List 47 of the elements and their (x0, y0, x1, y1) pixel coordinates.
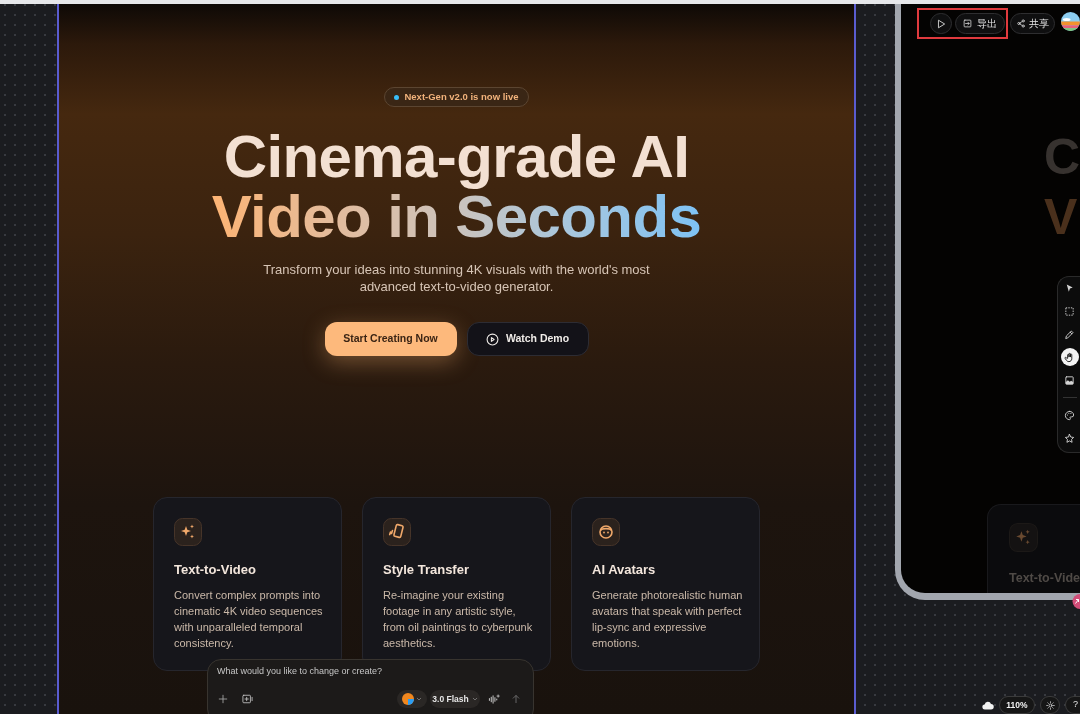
dashed-selection-icon (1064, 305, 1075, 317)
tilted-phone-icon (383, 518, 411, 546)
cloud-icon (982, 701, 994, 710)
play-circle-icon (485, 332, 499, 346)
model-picker-button[interactable] (397, 690, 427, 708)
headline: Cinema-grade AI (223, 127, 690, 187)
attach-frame-icon[interactable] (242, 694, 253, 704)
resize-handle-icon (1071, 594, 1080, 609)
sparkles-icon (1009, 523, 1038, 552)
help-button[interactable]: ? (1065, 696, 1080, 714)
hand-icon (1064, 351, 1075, 363)
feature-title: AI Avatars (592, 562, 656, 578)
image-icon (1064, 374, 1075, 386)
badge-label: Next-Gen v2.0 is now live (404, 91, 519, 103)
status-dot-icon (394, 94, 400, 100)
sun-icon (1045, 700, 1055, 710)
feature-title: Style Transfer (383, 562, 469, 578)
feature-description: Re-imagine your existing footage in any artistic style, from oil paintings to cyberpunk aesthetics. (383, 588, 534, 651)
sparkles-icon (174, 518, 202, 546)
prompt-input[interactable]: What would you like to change or create? (217, 664, 524, 678)
watch-demo-button[interactable]: Watch Demo (466, 322, 589, 356)
pointer-icon (1064, 282, 1075, 294)
zoom-level-button[interactable]: 110% (999, 696, 1035, 714)
export-icon (963, 19, 972, 28)
hero-subtitle: Transform your ideas into stunning 4K visuals with the world's most advanced text-to-video generator. (262, 261, 651, 295)
share-button[interactable]: 共享 (1010, 13, 1055, 34)
palette-icon (1064, 409, 1075, 421)
chevron-icon (471, 696, 478, 702)
chevron-icon (416, 696, 422, 702)
plus-icon[interactable] (218, 694, 228, 704)
export-button[interactable]: 导出 (955, 13, 1005, 34)
preview-headline-letter: V (1044, 188, 1078, 247)
pencil-icon (1064, 328, 1075, 340)
feature-title: Text-to-Video (174, 562, 256, 578)
share-icon (1016, 19, 1025, 28)
play-icon (936, 18, 946, 29)
waveform-icon[interactable] (488, 693, 500, 705)
tool-button[interactable] (1060, 348, 1079, 366)
model-version-button[interactable]: 3.0 Flash (430, 690, 480, 708)
feature-description: Generate photorealistic human avatars that speak with perfect lip-sync and expressive emotions. (592, 588, 744, 651)
start-creating-button[interactable]: Start Creating Now (324, 322, 457, 356)
preview-feature-title: Text-to-Vide (1009, 571, 1080, 586)
star-icon (1064, 432, 1075, 444)
theme-button[interactable] (1040, 696, 1060, 714)
model-avatar-icon (402, 693, 414, 705)
feature-description: Convert complex prompts into cinematic 4K video sequences with unparalleled temporal consistency. (174, 588, 324, 651)
face-outline-icon (592, 518, 620, 546)
